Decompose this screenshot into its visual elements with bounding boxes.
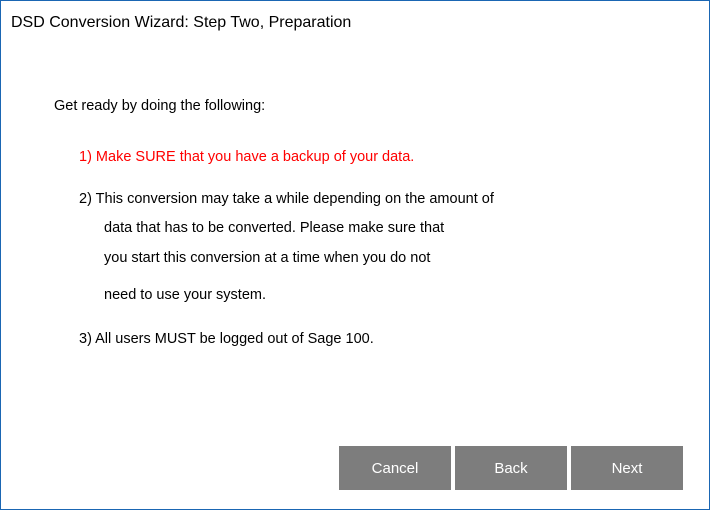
- backup-warning: 1) Make SURE that you have a backup of y…: [79, 149, 415, 165]
- item2-line4: need to use your system.: [104, 287, 266, 303]
- intro-text: Get ready by doing the following:: [54, 98, 266, 114]
- back-button[interactable]: Back: [455, 446, 567, 490]
- wizard-window: DSD Conversion Wizard: Step Two, Prepara…: [0, 0, 710, 510]
- wizard-title: DSD Conversion Wizard: Step Two, Prepara…: [11, 14, 352, 31]
- cancel-button[interactable]: Cancel: [339, 446, 451, 490]
- item2-line2: data that has to be converted. Please ma…: [104, 220, 445, 236]
- next-button[interactable]: Next: [571, 446, 683, 490]
- item2-line3: you start this conversion at a time when…: [104, 250, 431, 266]
- item2-line1: 2) This conversion may take a while depe…: [79, 191, 494, 207]
- item3-text: 3) All users MUST be logged out of Sage …: [79, 331, 374, 347]
